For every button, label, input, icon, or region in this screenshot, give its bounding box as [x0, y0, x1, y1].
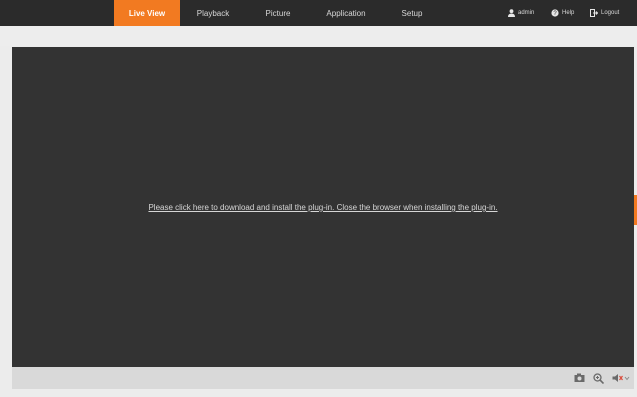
help-label: Help — [562, 10, 575, 16]
page-footer — [0, 389, 637, 397]
help-icon: ? — [551, 9, 559, 17]
logout-label: Logout — [601, 10, 620, 16]
logout-button[interactable]: Logout — [590, 0, 619, 26]
bottom-toolbar — [12, 367, 634, 389]
top-navigation-bar: Live View Playback Picture Application S… — [0, 0, 637, 26]
live-video-pane[interactable]: Please click here to download and instal… — [12, 47, 634, 367]
capture-button[interactable] — [572, 371, 586, 385]
tab-picture[interactable]: Picture — [250, 0, 306, 26]
zoom-icon — [592, 372, 604, 384]
tab-live-view[interactable]: Live View — [114, 0, 180, 26]
tab-setup[interactable]: Setup — [386, 0, 438, 26]
sub-toolbar — [0, 26, 637, 46]
audio-button[interactable] — [611, 371, 631, 385]
camera-icon — [574, 373, 584, 382]
help-button[interactable]: ? Help — [551, 0, 574, 26]
speaker-icon — [612, 374, 630, 382]
digital-zoom-button[interactable] — [591, 371, 605, 385]
user-icon — [508, 9, 515, 17]
logout-icon — [590, 9, 598, 17]
user-menu[interactable]: admin — [508, 0, 534, 26]
tab-application[interactable]: Application — [313, 0, 379, 26]
tab-playback[interactable]: Playback — [184, 0, 242, 26]
plugin-download-link[interactable]: Please click here to download and instal… — [12, 203, 634, 212]
username-label: admin — [518, 10, 535, 16]
